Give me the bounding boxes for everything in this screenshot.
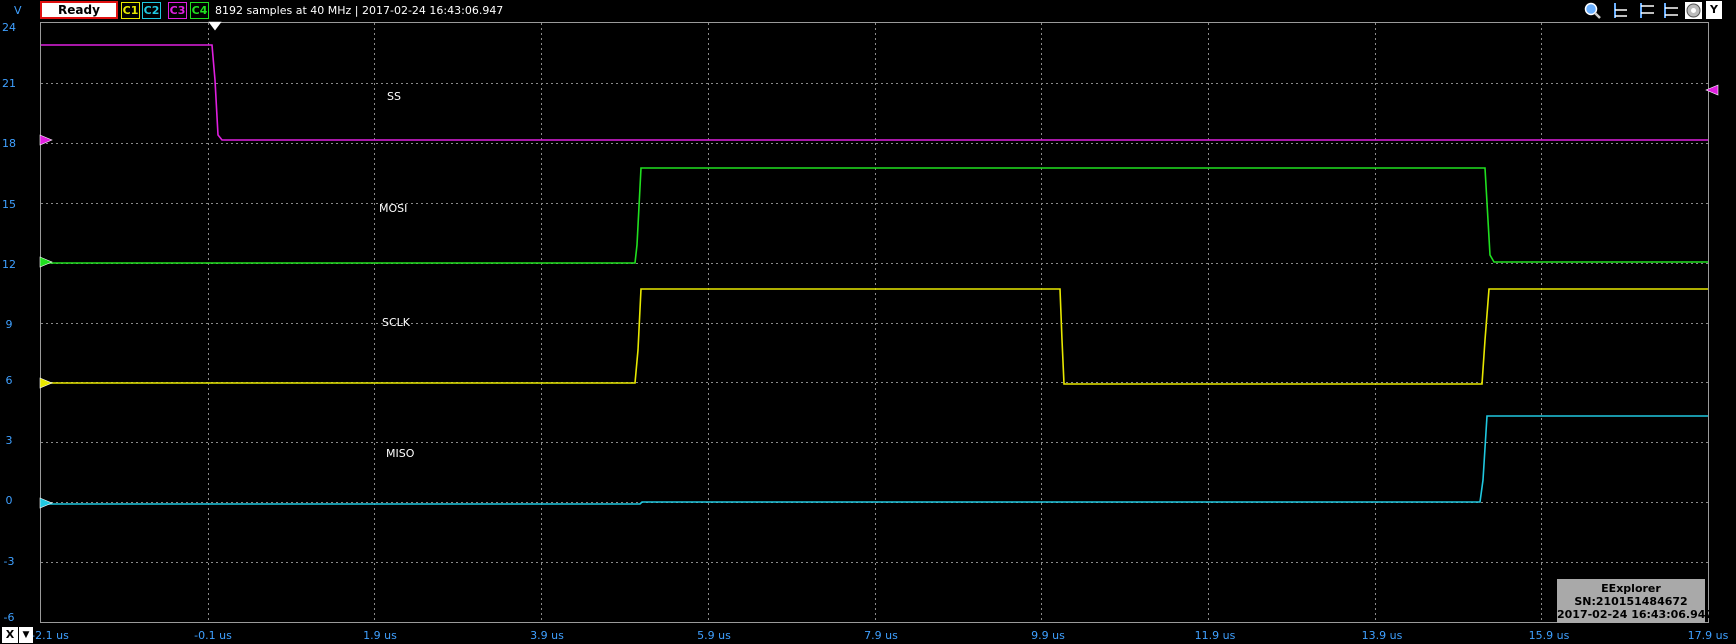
mosi-offset-marker [39, 256, 53, 268]
x-tick: 9.9 us [1031, 629, 1065, 642]
signal-label-sclk: SCLK [382, 316, 411, 329]
traces [41, 44, 1708, 505]
x-tick: -2.1 us [31, 629, 69, 642]
sclk-offset-marker [39, 377, 53, 389]
plot-border [40, 22, 1709, 623]
x-tick: -0.1 us [194, 629, 232, 642]
trigger-level-marker [1705, 84, 1719, 96]
device-serial: SN:210151484672 [1574, 595, 1688, 608]
oscilloscope-view: V Ready C1 C2 C3 C4 8192 samples at 40 M… [0, 0, 1736, 644]
x-tick: 5.9 us [697, 629, 731, 642]
x-tick: 3.9 us [530, 629, 564, 642]
miso-offset-marker [39, 497, 53, 509]
device-name: EExplorer [1601, 582, 1661, 595]
x-axis-dropdown[interactable]: ▼ [19, 627, 33, 643]
trace-mosi [41, 167, 1708, 264]
waveform-plot[interactable] [0, 0, 1736, 644]
markers [39, 21, 1719, 509]
device-timestamp: 2017-02-24 16:43:06.947 [1557, 608, 1714, 621]
signal-label-ss: SS [387, 90, 401, 103]
device-watermark: EExplorer SN:210151484672 2017-02-24 16:… [1557, 579, 1714, 623]
signal-label-mosi: MOSI [379, 202, 408, 215]
x-tick: 7.9 us [864, 629, 898, 642]
trace-miso [41, 415, 1708, 505]
trigger-position-marker [208, 21, 222, 31]
x-tick: 1.9 us [363, 629, 397, 642]
x-tick: 17.9 us [1687, 629, 1729, 642]
x-tick: 13.9 us [1361, 629, 1403, 642]
trace-ss [41, 44, 1708, 141]
x-tick: 15.9 us [1528, 629, 1570, 642]
grid [41, 23, 1708, 622]
x-tick: 11.9 us [1194, 629, 1236, 642]
x-axis-button[interactable]: X [2, 627, 18, 643]
signal-label-miso: MISO [386, 447, 415, 460]
trace-sclk [41, 288, 1708, 385]
